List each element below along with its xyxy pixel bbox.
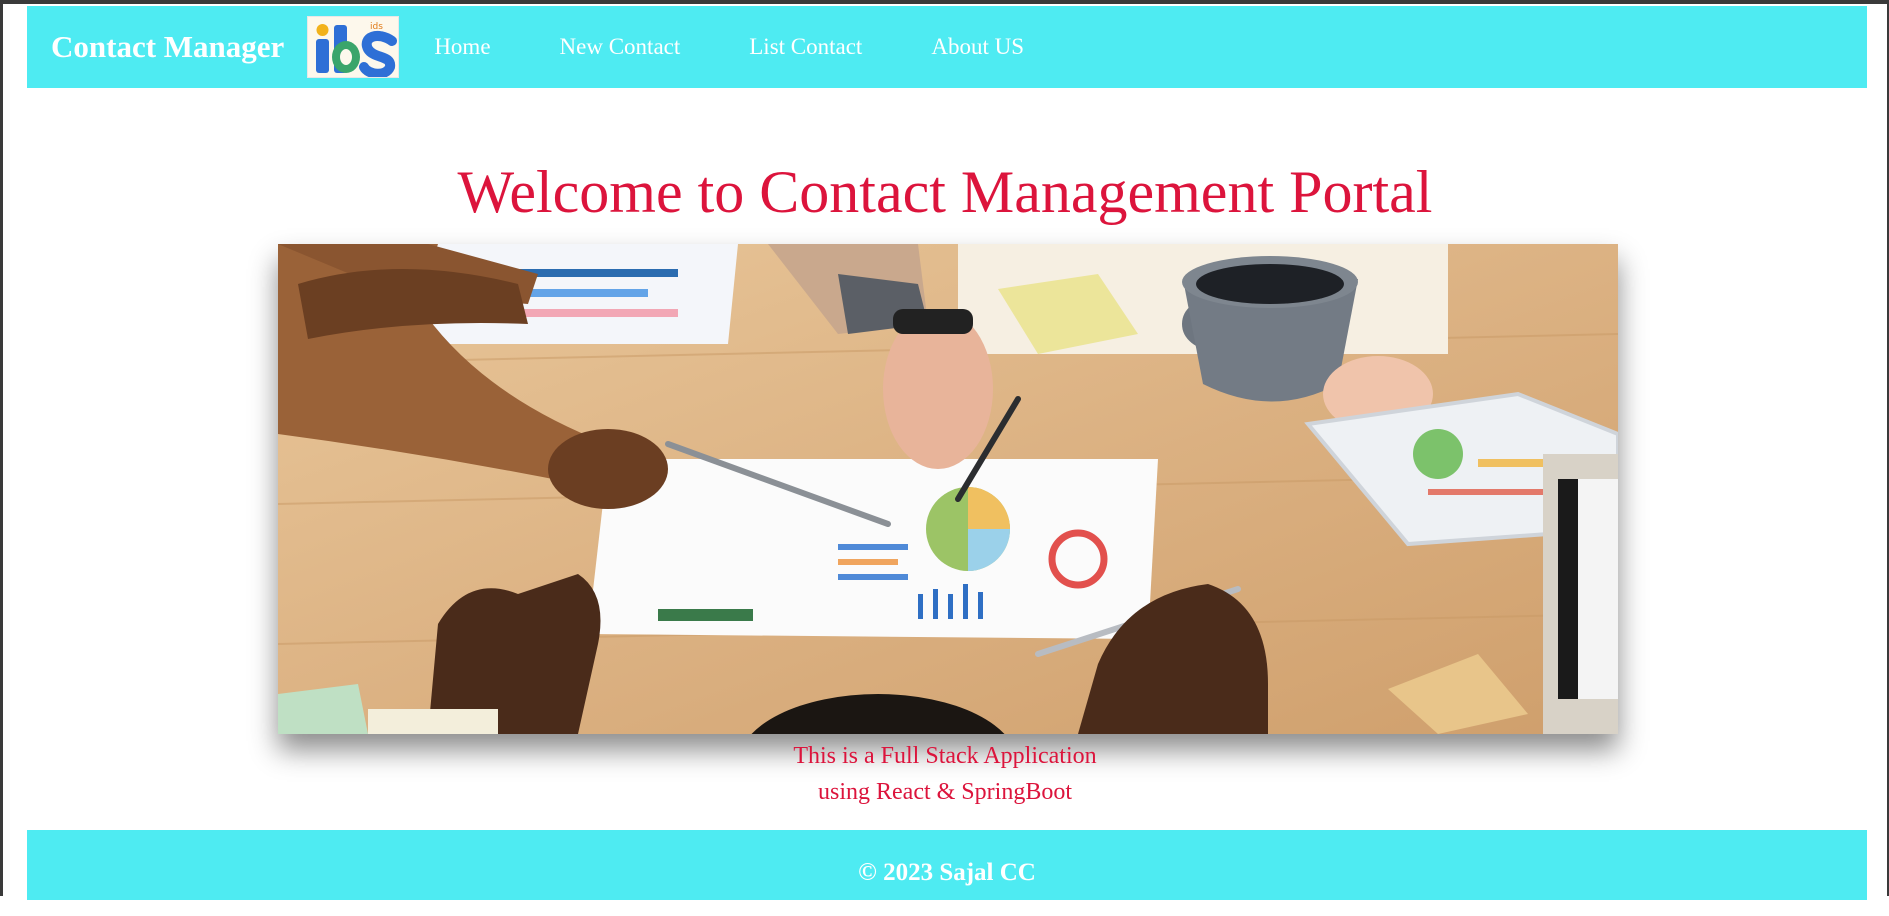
ids-logo-graphic: ids xyxy=(308,17,399,77)
tagline-line-2: using React & SpringBoot xyxy=(818,779,1072,805)
tagline-line-1: This is a Full Stack Application xyxy=(793,743,1097,769)
hero-image xyxy=(278,244,1618,734)
footer-copyright: © 2023 Sajal CC xyxy=(858,859,1036,886)
nav-home[interactable]: Home xyxy=(434,34,490,60)
nav-links: Home New Contact List Contact About US xyxy=(434,34,1093,60)
nav-list-contact[interactable]: List Contact xyxy=(749,34,862,60)
ids-logo[interactable]: ids xyxy=(307,16,400,78)
navbar: Contact Manager ids Home New Contact Lis… xyxy=(27,6,1867,88)
tagline: This is a Full Stack Application using R… xyxy=(3,738,1887,810)
page-title: Welcome to Contact Management Portal xyxy=(457,159,1433,225)
hero-illustration xyxy=(278,244,1618,734)
footer: © 2023 Sajal CC xyxy=(27,830,1867,900)
nav-new-contact[interactable]: New Contact xyxy=(560,34,681,60)
logo-glyph: ids xyxy=(370,22,383,32)
brand-title[interactable]: Contact Manager xyxy=(51,29,284,65)
nav-about-us[interactable]: About US xyxy=(931,34,1024,60)
